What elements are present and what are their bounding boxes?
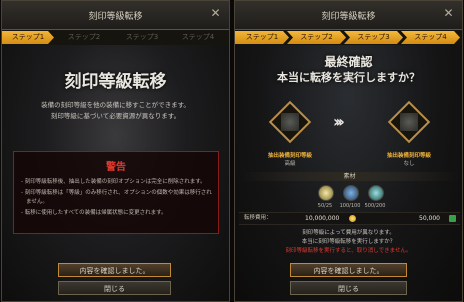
- confirm-question: 本当に転移を実行しますか？: [277, 71, 420, 84]
- material-crystal-icon: [343, 185, 359, 201]
- irreversible-warning: 刻印等級転移を実行すると、取り消しできません。: [285, 248, 412, 254]
- confirm-text-line: 本当に刻印等級転移を実行しますか？: [301, 239, 396, 245]
- currency-icon: [449, 215, 456, 222]
- staff-icon: [281, 113, 299, 131]
- transfer-arrow-icon: ›››: [333, 112, 345, 131]
- transfer-intro-window: 刻印等級転移 ✕ ステップ1 ステップ2 ステップ3 ステップ4 刻印等級転移 …: [1, 0, 230, 302]
- material-count: 500/200: [364, 203, 386, 209]
- step-4: ステップ4: [401, 31, 460, 44]
- step-2: ステップ2: [287, 31, 346, 44]
- material-count: 100/100: [339, 203, 361, 209]
- warning-line: - 刻印等級転移は「等級」のみ移行され、オプションの個数や効果は移行され: [21, 190, 212, 196]
- title-bar: 刻印等級転移 ✕: [2, 1, 229, 30]
- warning-line: - 刻印等級転移後、抽出した装備の刻印オプションは完全に削除されます。: [21, 179, 206, 185]
- warning-title: 警告: [106, 162, 126, 173]
- material-gem-icon: [368, 185, 384, 201]
- confirm-text-line: 刻印等級によって費用が異なります。: [302, 230, 395, 236]
- step-2: ステップ2: [67, 33, 101, 41]
- materials-header: 素材: [239, 172, 460, 181]
- close-button[interactable]: 閉じる: [290, 281, 407, 295]
- material-stone-icon: [318, 185, 334, 201]
- page-title: 刻印等級転移: [64, 72, 167, 92]
- staff-icon: [400, 113, 418, 131]
- close-button[interactable]: 閉じる: [58, 281, 171, 295]
- confirm-button[interactable]: 内容を確認しました。: [290, 263, 407, 277]
- gold-coin-icon: [349, 215, 356, 222]
- step-1: ステップ1: [2, 31, 54, 44]
- material-count: 50/25: [317, 203, 333, 209]
- description-line-2: 刻印等級に基づいて必要資源が異なります。: [50, 112, 181, 120]
- step-progress: ステップ1 ステップ2 ステップ3 ステップ4: [2, 30, 229, 45]
- cost-label: 転移費用：: [244, 215, 272, 221]
- cost-value: 10,000,000: [305, 215, 340, 222]
- window-title: 刻印等級転移: [88, 12, 143, 22]
- window-title: 刻印等級転移: [321, 12, 376, 22]
- warning-box: 警告 - 刻印等級転移後、抽出した装備の刻印オプションは完全に削除されます。 -…: [13, 151, 219, 234]
- source-label: 抽出装備刻印等級: [267, 153, 312, 159]
- close-icon[interactable]: ✕: [208, 6, 223, 21]
- close-icon[interactable]: ✕: [441, 6, 456, 21]
- step-progress: ステップ1 ステップ2 ステップ3 ステップ4: [235, 30, 462, 45]
- step-3: ステップ3: [125, 33, 159, 41]
- step-3: ステップ3: [344, 31, 403, 44]
- step-4: ステップ4: [181, 33, 215, 41]
- materials-title: 素材: [343, 173, 356, 180]
- confirm-button[interactable]: 内容を確認しました。: [58, 263, 171, 277]
- warning-line: - 転移に使用したすべての装備は帰属状態に変更されます。: [21, 210, 167, 216]
- target-grade: なし: [403, 161, 415, 167]
- target-label: 抽出装備刻印等級: [386, 153, 431, 159]
- owned-currency: 50,000: [419, 215, 440, 222]
- title-bar: 刻印等級転移 ✕: [235, 1, 462, 30]
- description-line-1: 装備の刻印等級を他の装備に移すことができます。: [41, 101, 190, 109]
- transfer-confirm-window: 刻印等級転移 ✕ ステップ1 ステップ2 ステップ3 ステップ4 最終確認 本当…: [234, 0, 463, 302]
- warning-line: ません。: [26, 199, 48, 205]
- cost-row: 転移費用： 10,000,000 50,000: [239, 212, 460, 225]
- confirm-heading: 最終確認: [324, 55, 373, 69]
- step-1: ステップ1: [235, 31, 289, 44]
- source-grade: 高級: [284, 161, 296, 167]
